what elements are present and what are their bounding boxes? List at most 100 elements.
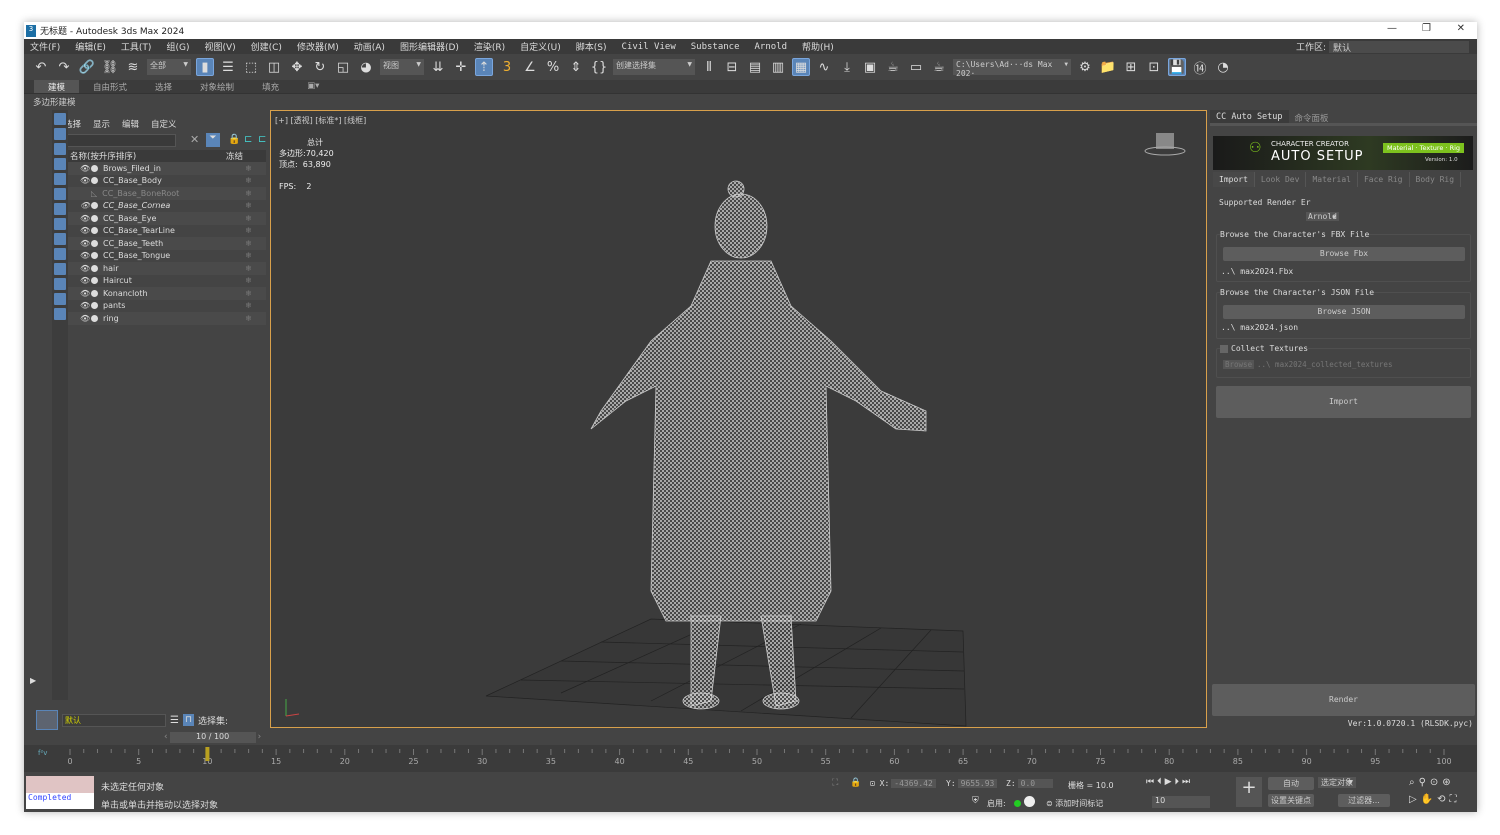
freeze-icon[interactable]: ❄ <box>245 214 252 223</box>
time-slider-thumb[interactable]: 10 / 100 <box>169 731 256 743</box>
explorer-row[interactable]: 👁 Haircut ❄ <box>68 275 266 288</box>
menu-customize[interactable]: 自定义(U) <box>520 40 561 53</box>
visibility-eye-icon[interactable]: 👁 <box>80 201 90 210</box>
angle-snap-icon[interactable]: ∠ <box>521 58 539 76</box>
visibility-eye-icon[interactable]: 👁 <box>80 264 90 273</box>
ribbon-tab-modeling[interactable]: 建模 <box>34 80 80 93</box>
unlink-icon[interactable]: ⛓ <box>101 58 119 76</box>
explorer-menu-display[interactable]: 显示 <box>93 118 110 130</box>
browse-fbx-button[interactable]: Browse Fbx <box>1223 247 1465 261</box>
visibility-eye-icon[interactable]: 👁 <box>80 314 90 323</box>
render-dot-icon[interactable] <box>91 164 98 172</box>
explorer-row[interactable]: 👁 ring ❄ <box>68 312 266 325</box>
menu-file[interactable]: 文件(F) <box>30 40 60 53</box>
render-engine-dropdown[interactable]: Arnold <box>1306 212 1339 221</box>
menu-help[interactable]: 帮助(H) <box>802 40 834 53</box>
link-icon[interactable]: 🔗 <box>78 58 96 76</box>
set-key-button[interactable]: 设置关键点 <box>1268 794 1314 807</box>
current-frame-field[interactable]: 10 <box>1152 796 1210 808</box>
visibility-eye-icon[interactable]: 👁 <box>80 289 90 298</box>
render-setup-icon[interactable]: ☕ <box>884 58 902 76</box>
coord-z[interactable]: 0.0 <box>1017 779 1054 788</box>
tab-cc-auto-setup[interactable]: CC Auto Setup <box>1210 110 1289 123</box>
explorer-filter-icon[interactable] <box>54 293 66 305</box>
isolate-icon[interactable]: ⛶ <box>832 778 838 788</box>
menu-edit[interactable]: 编辑(E) <box>75 40 106 53</box>
render-dot-icon[interactable] <box>91 202 98 210</box>
explorer-filter-icon[interactable] <box>54 308 66 320</box>
freeze-icon[interactable]: ❄ <box>245 301 252 310</box>
selection-filter-dropdown[interactable]: 全部 <box>147 59 191 75</box>
mirror-icon[interactable]: ⫴ <box>700 58 718 76</box>
next-frame-icon[interactable]: › <box>258 732 262 742</box>
material-editor-icon[interactable]: ▣ <box>861 58 879 76</box>
project-path-icon[interactable]: ⊡ <box>1145 58 1163 76</box>
ribbon-options-icon[interactable]: ▣▾ <box>293 80 333 93</box>
hierarchy-icon[interactable]: ⊏ <box>244 134 252 145</box>
workspace-dropdown[interactable]: 默认 <box>1329 40 1469 54</box>
explorer-row[interactable]: 👁 hair ❄ <box>68 262 266 275</box>
subtab-body-rig[interactable]: Body Rig <box>1410 172 1462 187</box>
ribbon-tab-populate[interactable]: 填充 <box>248 80 293 93</box>
restore-button[interactable]: ❐ <box>1422 23 1431 34</box>
edit-named-selection-icon[interactable]: {} <box>590 58 608 76</box>
track-bar[interactable]: f²v 0 5 10 15 20 25 30 35 40 45 50 55 60 65 70 75 80 85 90… <box>24 745 1477 772</box>
explorer-filter-icon[interactable] <box>54 278 66 290</box>
render-dot-icon[interactable] <box>91 177 98 185</box>
spinner-snap-icon[interactable]: ⇕ <box>567 58 585 76</box>
subtab-material[interactable]: Material <box>1306 172 1358 187</box>
explorer-filter-icon[interactable] <box>54 263 66 275</box>
collect-textures-checkbox[interactable]: Collect Textures <box>1220 344 1309 353</box>
playback-controls[interactable]: ⏮⏴▶⏵⏭ <box>1146 777 1193 787</box>
visibility-eye-icon[interactable]: 👁 <box>80 251 90 260</box>
freeze-icon[interactable]: ❄ <box>245 189 252 198</box>
import-button[interactable]: Import <box>1216 386 1471 418</box>
freeze-icon[interactable]: ❄ <box>245 239 252 248</box>
bind-spacewarp-icon[interactable]: ≋ <box>124 58 142 76</box>
viewport-layout-tab[interactable] <box>36 710 58 730</box>
render-button[interactable]: Render <box>1212 684 1475 716</box>
freeze-icon[interactable]: ❄ <box>245 201 252 210</box>
add-time-tag[interactable]: ⊜ 添加时间标记 <box>1046 798 1103 809</box>
explorer-filter-icon[interactable] <box>54 158 66 170</box>
menu-graph-editors[interactable]: 图形编辑器(D) <box>400 40 459 53</box>
freeze-icon[interactable]: ❄ <box>245 176 252 185</box>
keyboard-shortcut-override-icon[interactable]: ⇡ <box>475 58 493 76</box>
render-dot-icon[interactable] <box>91 277 98 285</box>
column-freeze-header[interactable]: 冻结 <box>226 150 266 162</box>
selection-lock-icon[interactable]: 🔒 <box>850 778 861 788</box>
workspace-selector[interactable]: 工作区: 默认 <box>1296 40 1469 54</box>
scale-icon[interactable]: ◱ <box>334 58 352 76</box>
ribbon-tab-object-paint[interactable]: 对象绘制 <box>186 80 248 93</box>
explorer-search-input[interactable] <box>58 134 176 147</box>
coord-y[interactable]: 9655.93 <box>957 779 998 788</box>
align-icon[interactable]: ⊟ <box>723 58 741 76</box>
minimize-button[interactable]: — <box>1387 23 1397 34</box>
percent-snap-icon[interactable]: % <box>544 58 562 76</box>
render-dot-icon[interactable] <box>91 214 98 222</box>
visibility-eye-icon[interactable]: 👁 <box>80 276 90 285</box>
select-object-icon[interactable]: ▮ <box>196 58 214 76</box>
auto-key-button[interactable]: 自动 <box>1268 777 1314 790</box>
explorer-filter-icon[interactable] <box>54 218 66 230</box>
render-dot-icon[interactable] <box>91 302 98 310</box>
subtab-look-dev[interactable]: Look Dev <box>1255 172 1307 187</box>
layers-icon[interactable]: ☰ <box>170 715 179 726</box>
layer-dropdown[interactable]: 默认 <box>62 713 166 727</box>
menu-animation[interactable]: 动画(A) <box>354 40 385 53</box>
explorer-row[interactable]: ◺ CC_Base_BoneRoot ❄ <box>68 187 266 200</box>
freeze-icon[interactable]: ❄ <box>245 289 252 298</box>
menu-modifiers[interactable]: 修改器(M) <box>297 40 339 53</box>
reference-coord-dropdown[interactable]: 视图 <box>380 59 424 75</box>
menu-substance[interactable]: Substance <box>691 42 740 52</box>
subtab-face-rig[interactable]: Face Rig <box>1358 172 1410 187</box>
explorer-row[interactable]: 👁 Konancloth ❄ <box>68 287 266 300</box>
named-selection-dropdown[interactable]: 创建选择集 <box>613 59 695 75</box>
visibility-eye-icon[interactable]: 👁 <box>80 301 90 310</box>
expand-arrow-icon[interactable]: ▶ <box>30 676 36 685</box>
layer-explorer-icon[interactable]: ▥ <box>769 58 787 76</box>
menu-views[interactable]: 视图(V) <box>204 40 235 53</box>
clear-search-icon[interactable]: ✕ <box>190 133 199 146</box>
select-by-name-icon[interactable]: ☰ <box>219 58 237 76</box>
render-dot-icon[interactable] <box>91 252 98 260</box>
